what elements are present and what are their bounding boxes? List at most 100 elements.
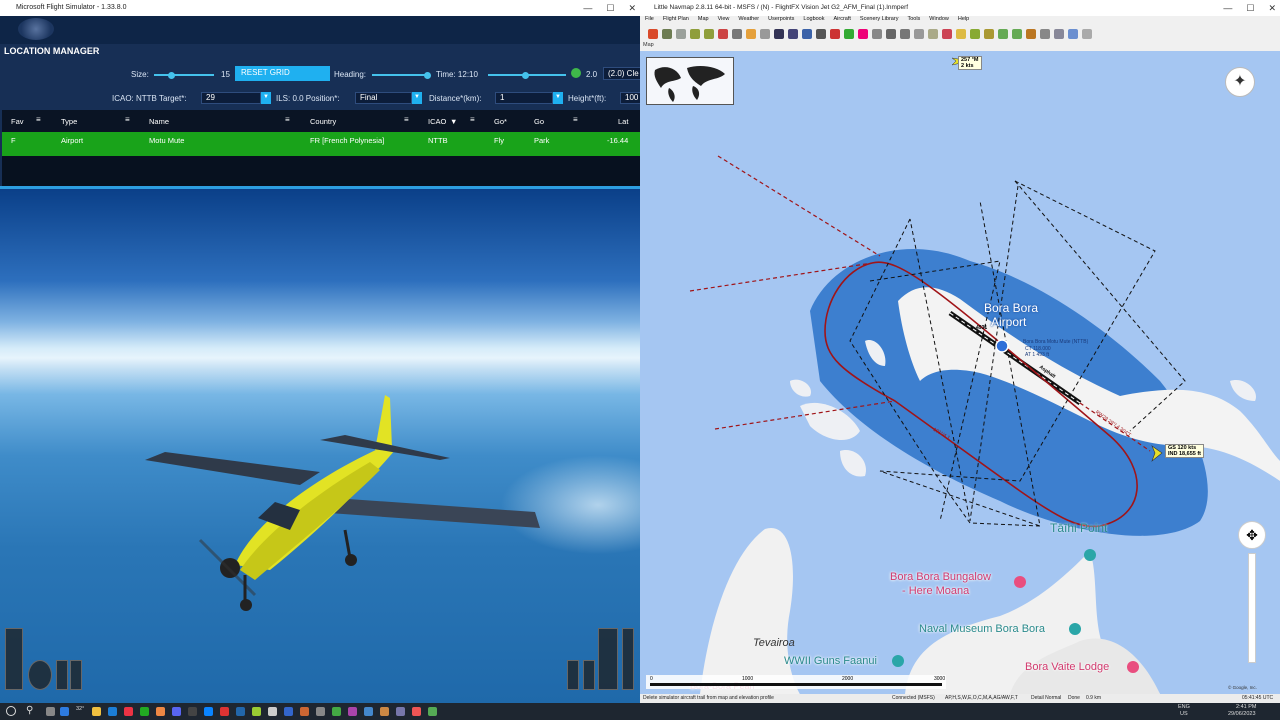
col-name-menu-icon[interactable]: ≡ — [285, 115, 290, 124]
zoom-slider[interactable] — [1248, 553, 1256, 663]
overview-map[interactable] — [646, 57, 734, 105]
app-icon-8[interactable] — [236, 707, 245, 716]
pan-control-icon[interactable]: ✥ — [1238, 521, 1266, 549]
globe-icon[interactable] — [571, 68, 581, 78]
user-aircraft-icon[interactable] — [1026, 28, 1036, 39]
theme-icon[interactable] — [1054, 28, 1064, 39]
position-select[interactable]: Final — [355, 92, 412, 104]
menu-view[interactable]: View — [718, 16, 730, 25]
waypoint-icon[interactable] — [830, 28, 840, 39]
search-icon[interactable]: ⚲ — [26, 706, 36, 716]
minimize-icon[interactable]: — — [583, 0, 592, 16]
home-icon[interactable] — [648, 28, 658, 39]
col-country[interactable]: Country — [310, 117, 336, 126]
app-icon-19[interactable] — [412, 707, 421, 716]
col-fav[interactable]: Fav — [11, 117, 24, 126]
app-icon-2[interactable] — [140, 707, 149, 716]
col-go-menu-icon[interactable]: ≡ — [573, 115, 578, 124]
input-language[interactable]: ENG — [1178, 704, 1190, 710]
menu-aircraft[interactable]: Aircraft — [834, 16, 851, 25]
widgets-icon[interactable] — [60, 707, 69, 716]
col-icao[interactable]: ICAO — [428, 117, 446, 126]
print-icon[interactable] — [732, 28, 742, 39]
height-input[interactable]: 100 — [620, 92, 640, 104]
app-icon-11[interactable] — [284, 707, 293, 716]
menu-map[interactable]: Map — [698, 16, 709, 25]
triangle-icon[interactable] — [858, 28, 868, 39]
copy-icon[interactable] — [760, 28, 770, 39]
col-go[interactable]: Go — [534, 117, 544, 126]
col-icao-menu-icon[interactable]: ≡ — [470, 115, 475, 124]
app-icon-9[interactable] — [252, 707, 261, 716]
menu-scenery-library[interactable]: Scenery Library — [860, 16, 899, 25]
menu-file[interactable]: File — [645, 16, 654, 25]
maximize-icon[interactable]: ☐ — [1246, 0, 1254, 16]
pencil-icon[interactable] — [844, 28, 854, 39]
task-view-icon[interactable] — [46, 707, 55, 716]
trail-icon[interactable] — [914, 28, 924, 39]
col-type[interactable]: Type — [61, 117, 77, 126]
row-park-link[interactable]: Park — [534, 136, 549, 145]
app-icon-4[interactable] — [172, 707, 181, 716]
app-icon-7[interactable] — [220, 707, 229, 716]
size-slider[interactable] — [154, 71, 214, 79]
route-icon[interactable] — [718, 28, 728, 39]
row-fly-link[interactable]: Fly — [494, 136, 504, 145]
app-icon-18[interactable] — [396, 707, 405, 716]
scenery-icon[interactable] — [984, 28, 994, 39]
app-icon-15[interactable] — [348, 707, 357, 716]
app-icon-12[interactable] — [300, 707, 309, 716]
star-icon[interactable] — [956, 28, 966, 39]
distance-select[interactable]: 1 — [495, 92, 553, 104]
measure-icon[interactable] — [900, 28, 910, 39]
app-icon-13[interactable] — [316, 707, 325, 716]
col-type-menu-icon[interactable]: ≡ — [125, 115, 130, 124]
menu-weather[interactable]: Weather — [738, 16, 759, 25]
maximize-icon[interactable]: ☐ — [606, 0, 614, 16]
col-go-star[interactable]: Go* — [494, 117, 507, 126]
app-icon-14[interactable] — [332, 707, 341, 716]
aircraft-center-icon[interactable] — [802, 28, 812, 39]
wind-icon[interactable] — [928, 28, 938, 39]
airport-icon[interactable] — [690, 28, 700, 39]
cloud-icon[interactable] — [1068, 28, 1078, 39]
clock-date[interactable]: 29/06/2023 — [1228, 711, 1256, 717]
input-region[interactable]: US — [1180, 711, 1188, 717]
col-name[interactable]: Name — [149, 117, 169, 126]
col-fav-menu-icon[interactable]: ≡ — [36, 115, 41, 124]
sim-rate-clear[interactable]: (2.0) Cle — [603, 67, 640, 80]
refresh-icon[interactable] — [1082, 28, 1092, 39]
app-icon-17[interactable] — [380, 707, 389, 716]
ai-ship-icon[interactable] — [1012, 28, 1022, 39]
col-lat[interactable]: Lat — [618, 117, 628, 126]
menu-tools[interactable]: Tools — [907, 16, 920, 25]
position-chevron-down-icon[interactable]: ▼ — [412, 92, 422, 104]
start-icon[interactable] — [6, 706, 16, 716]
bookmark-icon[interactable] — [942, 28, 952, 39]
back-icon[interactable] — [676, 28, 686, 39]
edge-icon[interactable] — [108, 707, 117, 716]
app-icon-16[interactable] — [364, 707, 373, 716]
app-icon-10[interactable] — [268, 707, 277, 716]
menu-window[interactable]: Window — [929, 16, 949, 25]
ruler-icon[interactable] — [886, 28, 896, 39]
heading-slider[interactable] — [372, 71, 431, 79]
explorer-icon[interactable] — [92, 707, 101, 716]
col-country-menu-icon[interactable]: ≡ — [404, 115, 409, 124]
map-canvas[interactable]: 257 °M 2 kts ✦ Bora Bora Airport Bora Bo… — [640, 51, 1280, 694]
app-icon-1[interactable] — [124, 707, 133, 716]
compass-rose-icon[interactable]: ✦ — [1225, 67, 1255, 97]
app-icon-3[interactable] — [156, 707, 165, 716]
layer-icon[interactable] — [970, 28, 980, 39]
zoom-fit-icon[interactable] — [662, 28, 672, 39]
target-select[interactable]: 29 — [201, 92, 261, 104]
sort-desc-icon[interactable]: ▼ — [450, 117, 457, 126]
navaid-icon[interactable] — [704, 28, 714, 39]
circle-icon[interactable] — [872, 28, 882, 39]
app-icon-5[interactable] — [188, 707, 197, 716]
connect-icon[interactable] — [788, 28, 798, 39]
settings-icon[interactable] — [1040, 28, 1050, 39]
menu-help[interactable]: Help — [958, 16, 969, 25]
map-tab[interactable]: Map — [640, 42, 1280, 51]
distance-chevron-down-icon[interactable]: ▼ — [553, 92, 563, 104]
